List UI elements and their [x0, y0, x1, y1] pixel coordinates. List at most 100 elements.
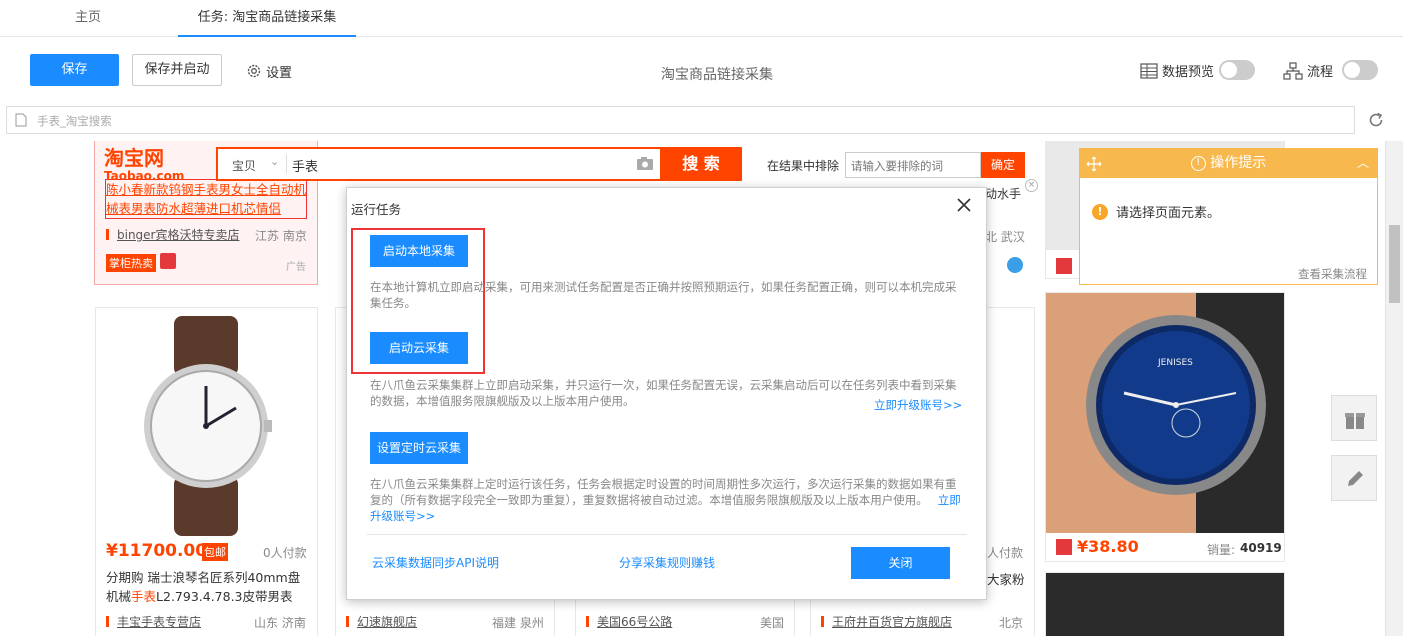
watch-brand: JENISES [1157, 358, 1193, 368]
shop-icon [106, 229, 113, 240]
exclude-placeholder: 请输入要排除的词 [851, 159, 943, 173]
product-shop-link[interactable]: 王府井百货官方旗舰店 [832, 613, 952, 630]
page-icon [15, 113, 27, 127]
info-icon: ! [1190, 155, 1206, 171]
free-shipping-badge: 包邮 [202, 543, 228, 561]
data-preview-label: 数据预览 [1162, 65, 1215, 80]
vertical-scrollbar[interactable] [1385, 141, 1403, 636]
flow-toggle[interactable] [1342, 60, 1378, 80]
ad-title[interactable]: 陈小春新款钨钢手表男女士全自动机械表男表防水超薄进口机芯情侣 [105, 179, 307, 219]
ad-badge: 掌柜热卖 [106, 254, 156, 272]
dialog-title: 运行任务 [351, 202, 402, 217]
exclude-confirm-button[interactable]: 确定 [981, 152, 1025, 178]
product-card[interactable]: ¥11700.00 包邮 0人付款 分期购 瑞士浪琴名匠系列40mm盘机械手表L… [95, 307, 318, 636]
partial-location: 北 武汉 [985, 230, 1025, 244]
taobao-search-box: 宝贝 ⌄ 手表 搜 索 [216, 147, 742, 181]
close-button[interactable]: 关闭 [851, 547, 950, 579]
save-and-start-button[interactable]: 保存并启动 [132, 54, 222, 86]
product-shop-link[interactable]: 丰宝手表专营店 [117, 613, 201, 630]
refresh-button[interactable] [1367, 111, 1385, 132]
sales-value: 40919 [1240, 541, 1282, 555]
flowchart-icon [1283, 61, 1303, 80]
chevron-down-icon: ⌄ [270, 155, 280, 168]
ad-label: 广告 [286, 262, 306, 273]
url-text: 手表_淘宝搜索 [37, 114, 112, 128]
tip-footer-link[interactable]: 查看采集流程 [1298, 266, 1367, 282]
data-preview: 数据预览 [1140, 61, 1214, 80]
close-icon[interactable]: × [1025, 179, 1038, 192]
share-rules-link[interactable]: 分享采集规则赚钱 [619, 554, 715, 571]
refresh-icon [1369, 112, 1383, 127]
product-paid-count: 人付款 [987, 546, 1024, 560]
run-task-dialog: 运行任务 启动本地采集 在本地计算机立即启动采集，可用来测试任务配置是否正确并按… [346, 187, 987, 600]
gear-icon [247, 64, 261, 78]
scrollbar-thumb[interactable] [1389, 225, 1400, 303]
save-button[interactable]: 保存 [30, 54, 119, 86]
tab-home[interactable]: 主页 [58, 0, 118, 37]
tab-task[interactable]: 任务: 淘宝商品链接采集 [178, 0, 356, 37]
upgrade-link[interactable]: 立即升级账号>> [874, 397, 962, 413]
product-title[interactable]: 分期购 瑞士浪琴名匠系列40mm盘机械手表L2.793.4.78.3皮带男表 [106, 568, 311, 606]
table-icon [1140, 62, 1158, 79]
shop-icon [106, 616, 113, 627]
exclude-label: 在结果中排除 [767, 159, 840, 173]
product-location: 山东 济南 [254, 616, 306, 630]
tip-panel: ! 操作提示 ︿ ! 请选择页面元素。 查看采集流程 [1079, 148, 1378, 285]
ad-shop-link[interactable]: binger宾格沃特专卖店 [117, 226, 240, 243]
tmall-icon [1056, 539, 1072, 555]
task-title: 淘宝商品链接采集 [661, 67, 773, 83]
product-card-right-bottom[interactable] [1045, 572, 1285, 636]
product-shop-link[interactable]: 幻速旗舰店 [357, 613, 417, 630]
url-bar[interactable]: 手表_淘宝搜索 [6, 106, 1355, 134]
product-price: ¥11700.00 [106, 541, 208, 561]
flow-label: 流程 [1307, 65, 1334, 80]
schedule-cloud-button[interactable]: 设置定时云采集 [370, 432, 468, 464]
tab-bar: 主页 任务: 淘宝商品链接采集 [0, 0, 1403, 37]
ad-location: 江苏 南京 [255, 229, 307, 243]
tip-header[interactable]: ! 操作提示 ︿ [1080, 149, 1377, 178]
product-title-post: L2.793.4.78.3皮带男表 [156, 589, 293, 604]
tip-title: 操作提示 [1210, 155, 1267, 171]
start-local-button[interactable]: 启动本地采集 [370, 235, 468, 267]
local-description: 在本地计算机立即启动采集，可用来测试任务配置是否正确并按照预期运行，如果任务配置… [370, 280, 957, 310]
shop-icon [346, 616, 353, 627]
product-shop-link[interactable]: 美国66号公路 [597, 613, 672, 630]
taobao-logo-cn: 淘宝网 [104, 146, 164, 170]
close-icon[interactable] [957, 198, 971, 212]
search-input[interactable]: 手表 [292, 156, 318, 175]
product-location: 福建 泉州 [492, 616, 544, 630]
partial-title: 动水手 [985, 187, 1022, 201]
search-scope[interactable]: 宝贝 [232, 157, 256, 174]
pencil-icon [1348, 471, 1363, 486]
settings-button[interactable]: 设置 [246, 62, 293, 81]
schedule-description-text: 在八爪鱼云采集集群上定时运行该任务，任务会根据定时设置的时间周期性多次运行，多次… [370, 477, 957, 507]
tmall-icon [160, 253, 176, 269]
gift-button[interactable] [1331, 395, 1377, 441]
start-cloud-button[interactable]: 启动云采集 [370, 332, 468, 364]
collapse-icon[interactable]: ︿ [1357, 149, 1369, 178]
product-title[interactable]: 大家粉 [987, 569, 1025, 588]
product-price: ¥38.80 [1077, 537, 1139, 556]
taobao-logo[interactable]: 淘宝网 Taobao.com [104, 147, 184, 183]
warning-icon: ! [1092, 203, 1108, 220]
product-card-right[interactable]: JENISES ¥38.80 销量: 40919 [1045, 292, 1285, 562]
move-icon[interactable] [1086, 156, 1102, 172]
watch-image: JENISES [1046, 293, 1284, 533]
toolbar: 保存 保存并启动 设置 淘宝商品链接采集 数据预览 流程 [0, 38, 1403, 104]
search-button[interactable]: 搜 索 [660, 147, 742, 181]
exclude-input[interactable]: 请输入要排除的词 [845, 152, 981, 178]
shop-icon [821, 616, 828, 627]
sales-label: 销量: [1207, 543, 1236, 557]
data-preview-toggle[interactable] [1219, 60, 1255, 80]
tmall-icon [1056, 258, 1072, 274]
product-paid-count: 0人付款 [263, 546, 307, 560]
shop-icon [586, 616, 593, 627]
flow: 流程 [1283, 61, 1333, 80]
settings-label: 设置 [266, 65, 293, 81]
camera-icon[interactable] [636, 156, 654, 171]
product-title-highlight: 手表 [131, 589, 157, 604]
edit-button[interactable] [1331, 455, 1377, 501]
api-doc-link[interactable]: 云采集数据同步API说明 [372, 554, 499, 571]
chat-icon[interactable] [1007, 257, 1023, 273]
tip-message: 请选择页面元素。 [1116, 206, 1221, 221]
